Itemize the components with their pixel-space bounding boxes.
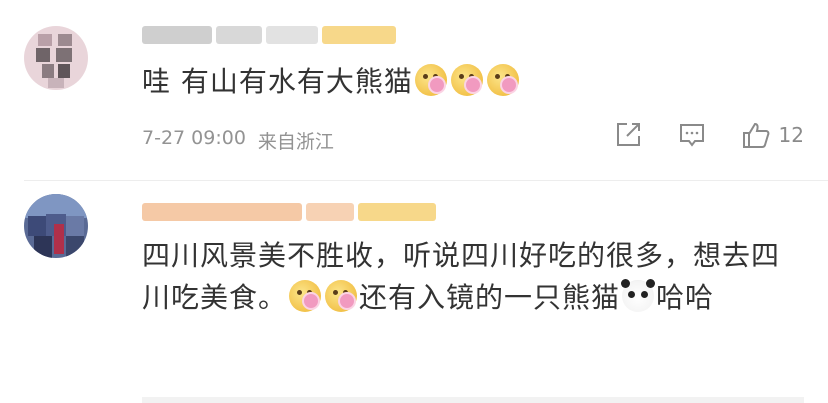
- user-badge: [358, 203, 436, 221]
- comment-item: 四川风景美不胜收，听说四川好吃的很多，想去四川吃美食。 还有入镜的一只熊猫 哈哈: [0, 181, 828, 403]
- share-icon[interactable]: [613, 120, 643, 150]
- flower-face-emoji: [325, 280, 358, 312]
- comment-item: 哇 有山有水有大熊猫 7-27 09:00 来自浙江 12: [0, 0, 828, 180]
- comment-text: 四川风景美不胜收，听说四川好吃的很多，想去四川吃美食。 还有入镜的一只熊猫 哈哈: [142, 235, 788, 319]
- avatar[interactable]: [24, 194, 88, 258]
- flower-face-emoji: [414, 64, 447, 96]
- comment-text: 哇 有山有水有大熊猫: [142, 61, 788, 103]
- comment-icon[interactable]: [677, 120, 707, 150]
- like-icon: [742, 122, 769, 148]
- like-count: 12: [778, 123, 804, 147]
- username-blurred[interactable]: [142, 201, 436, 223]
- comment-meta: 7-27 09:00 来自浙江: [142, 127, 334, 154]
- comment-text-content-2: 还有入镜的一只熊猫: [359, 281, 621, 314]
- comment-text-content-3: 哈哈: [656, 281, 715, 314]
- bottom-divider: [142, 397, 804, 403]
- action-bar: 12: [613, 120, 804, 150]
- flower-face-emoji: [289, 280, 322, 312]
- flower-face-emoji: [486, 64, 519, 96]
- comment-text-content: 哇 有山有水有大熊猫: [142, 65, 413, 98]
- like-button[interactable]: 12: [741, 120, 804, 150]
- user-badge: [322, 26, 396, 44]
- location-source: 来自浙江: [257, 131, 334, 153]
- panda-emoji: [621, 279, 655, 312]
- flower-face-emoji: [450, 64, 483, 96]
- username-blurred[interactable]: [142, 24, 396, 46]
- avatar[interactable]: [24, 26, 88, 90]
- timestamp: 7-27 09:00: [142, 127, 246, 149]
